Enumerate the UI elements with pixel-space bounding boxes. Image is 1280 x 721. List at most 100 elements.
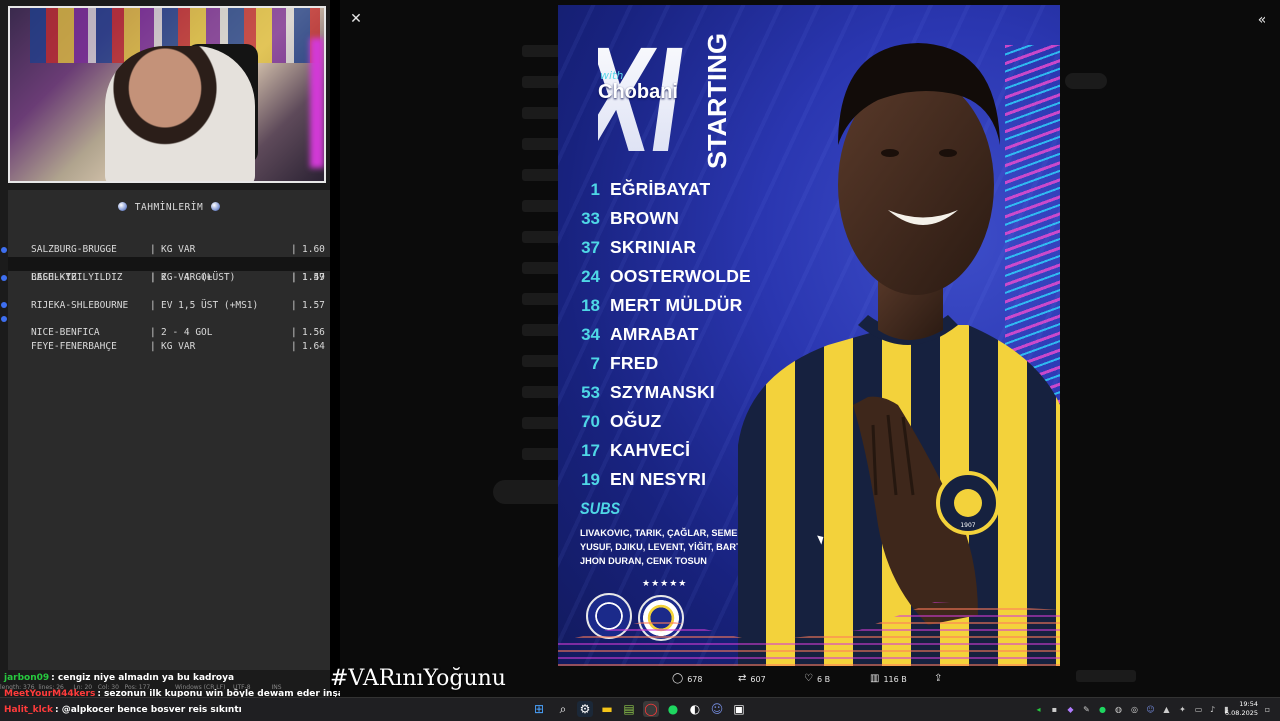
windows-start-icon[interactable]: ⊞ xyxy=(531,701,547,717)
bar-chart-icon: ▥ xyxy=(870,673,880,684)
bet-row: BASEL-YB | KG VAR (+ÜST) | 1.47 xyxy=(1,243,330,283)
shirt-number: 53 xyxy=(581,383,600,402)
steam-icon[interactable]: ⚙ xyxy=(577,701,593,717)
clock-time: 19:54 xyxy=(1239,700,1258,708)
bet-row: RIJEKA-SHLEBOURNE | EV 1,5 ÜST (+MS1) | 1.57 xyxy=(1,271,330,311)
bet-match: FEYE-FENERBAHÇE xyxy=(31,341,117,352)
lineup-row: 1 EĞRİBAYAT xyxy=(578,177,711,201)
player-name: FRED xyxy=(610,353,659,373)
post-action-bar: ◯ 678 ⇄ 607 ♡ 6 B ▥ 116 B ⇪ xyxy=(558,670,1060,688)
tray-app-icon[interactable]: ◍ xyxy=(1114,705,1123,714)
system-clock[interactable]: 19:54 6.08.2025 xyxy=(1225,700,1258,718)
tray-discord-icon[interactable]: ☺ xyxy=(1146,705,1155,714)
share-icon: ⇪ xyxy=(934,673,943,684)
lineup-row: 53 SZYMANSKI xyxy=(578,380,715,404)
reply-count: 678 xyxy=(687,674,703,684)
views-button[interactable]: ▥ 116 B xyxy=(870,672,907,686)
football-icon xyxy=(117,202,127,211)
player-name: OĞUZ xyxy=(610,411,662,431)
opera-icon[interactable]: ◯ xyxy=(643,701,659,717)
tray-app-icon[interactable]: ✦ xyxy=(1178,705,1187,714)
like-count: 6 B xyxy=(816,674,831,684)
shirt-number: 34 xyxy=(581,325,600,344)
lineup-row: 7 FRED xyxy=(578,351,659,375)
bet-row-highlighted: LECH-KIZILYILDIZ | 2 - 4 GOL | 1.59 xyxy=(8,257,330,283)
webcam-feed xyxy=(8,6,326,183)
share-button[interactable]: ⇪ xyxy=(934,672,942,686)
lineup-row: 19 EN NESYRI xyxy=(578,467,706,491)
tray-app-icon[interactable]: ◆ xyxy=(1066,705,1075,714)
lineup-row: 33 BROWN xyxy=(578,206,679,230)
player-name: KAHVECİ xyxy=(610,440,691,460)
bet-odds: 1.64 xyxy=(302,341,325,352)
chat-message: jarbon09: cengiz niye almadın ya bu kadr… xyxy=(4,673,234,683)
column-separator: | xyxy=(291,327,297,338)
bookmark-dot-icon xyxy=(1,302,7,308)
tray-app-icon[interactable]: ▪ xyxy=(1050,705,1059,714)
player-name: BROWN xyxy=(610,208,680,228)
bookmark-dot-icon xyxy=(1,247,7,253)
tray-arrow-icon[interactable]: ◂ xyxy=(1034,705,1043,714)
collapse-panel-icon[interactable]: « xyxy=(1254,12,1270,28)
chat-text: : cengiz niye almadın ya bu kadroya xyxy=(51,673,235,683)
bet-slip-title-text: TAHMİNLERİM xyxy=(134,202,204,213)
player-name: SKRINIAR xyxy=(610,237,697,257)
shirt-number: 19 xyxy=(581,470,600,489)
app-icon[interactable]: ▣ xyxy=(731,701,747,717)
bet-row: FEYE-FENERBAHÇE | KG VAR | 1.64 xyxy=(1,312,330,352)
shirt-number: 1 xyxy=(590,180,600,199)
reply-box-placeholder xyxy=(1076,670,1136,682)
shirt-number: 37 xyxy=(581,238,600,257)
bet-pick: 2 - 4 GOL xyxy=(161,327,213,338)
shirt-number: 18 xyxy=(581,296,600,315)
follow-button-placeholder xyxy=(1065,73,1107,89)
spotify-icon[interactable]: ● xyxy=(665,701,681,717)
football-icon xyxy=(211,202,221,211)
chat-text: : @alpkocer bence bosver reis sıkıntı xyxy=(54,705,242,715)
close-icon[interactable]: ✕ xyxy=(349,12,363,26)
obs-icon[interactable]: ◐ xyxy=(687,701,703,717)
tray-spotify-icon[interactable]: ● xyxy=(1098,705,1107,714)
column-separator: | xyxy=(291,341,297,352)
tray-app-icon[interactable]: ✎ xyxy=(1082,705,1091,714)
shirt-number: 70 xyxy=(581,412,600,431)
column-separator: | xyxy=(150,327,156,338)
player-name: AMRABAT xyxy=(610,324,699,344)
shirt-number: 17 xyxy=(581,441,600,460)
lineup-row: 70 OĞUZ xyxy=(578,409,661,433)
repost-count: 607 xyxy=(750,674,766,684)
shirt-number: 24 xyxy=(581,267,600,286)
player-photo: 1907 xyxy=(738,43,1060,666)
discord-icon[interactable]: ☺ xyxy=(709,701,725,717)
player-name: SZYMANSKI xyxy=(610,382,715,402)
chat-message: Halit_klck: @alpkocer bence bosver reis … xyxy=(4,705,242,715)
tray-app-icon[interactable]: ▲ xyxy=(1162,705,1171,714)
notification-icon[interactable]: ▫ xyxy=(1263,705,1272,714)
streamer xyxy=(105,46,255,181)
search-icon[interactable]: ⌕ xyxy=(555,701,571,717)
badge-year: 1907 xyxy=(960,522,975,529)
chat-username: Halit_klck xyxy=(4,705,53,715)
subs-title: SUBS xyxy=(580,499,621,518)
tray-app-icon[interactable]: ◎ xyxy=(1130,705,1139,714)
shirt-number: 7 xyxy=(590,354,600,373)
bet-odds: 1.56 xyxy=(302,327,325,338)
lineup-row: 37 SKRINIAR xyxy=(578,235,696,259)
like-button[interactable]: ♡ 6 B xyxy=(804,672,830,686)
bookmark-dot-icon xyxy=(1,316,7,322)
network-icon[interactable]: ▭ xyxy=(1194,705,1203,714)
bet-match: NICE-BENFICA xyxy=(31,327,100,338)
heart-icon: ♡ xyxy=(804,673,813,684)
reply-button[interactable]: ◯ 678 xyxy=(672,672,702,686)
bet-pick: KG VAR xyxy=(161,341,196,352)
bet-row: SALZBURG-BRUGGE | KG VAR | 1.60 xyxy=(8,229,330,255)
shirt-number: 33 xyxy=(581,209,600,228)
view-count: 116 B xyxy=(883,674,907,684)
repost-button[interactable]: ⇄ 607 xyxy=(738,672,766,686)
starting-xi-poster[interactable]: XI with Chobani STARTING 1 EĞRİBAYAT 33 BR… xyxy=(558,5,1060,666)
file-explorer-icon[interactable]: ▬ xyxy=(599,701,615,717)
clock-date: 6.08.2025 xyxy=(1224,709,1258,717)
neon-light xyxy=(310,38,324,168)
volume-icon[interactable]: ♪ xyxy=(1208,705,1217,714)
notepad-icon[interactable]: ▤ xyxy=(621,701,637,717)
